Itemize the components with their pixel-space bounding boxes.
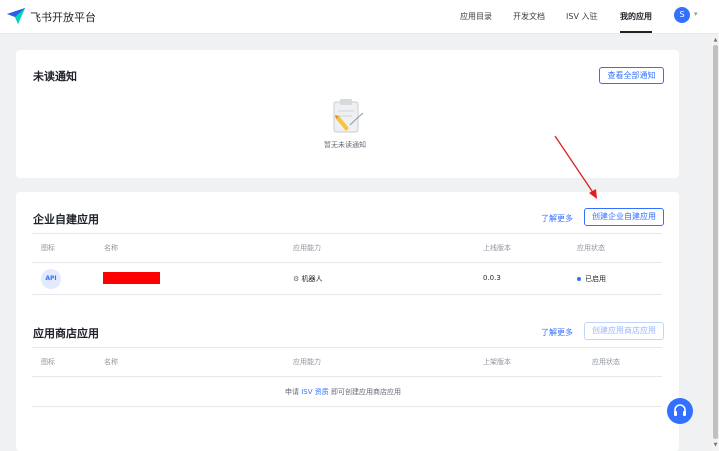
create-store-app-button[interactable]: 创建应用商店应用 bbox=[584, 322, 664, 340]
create-enterprise-app-button[interactable]: 创建企业自建应用 bbox=[584, 208, 664, 226]
app-status: 已启用 bbox=[585, 275, 606, 283]
enterprise-apps-title: 企业自建应用 bbox=[33, 213, 99, 226]
app-capability: ⚙ 机器人 bbox=[293, 274, 323, 284]
enterprise-learn-more-link[interactable]: 了解更多 bbox=[541, 213, 573, 224]
store-apps-title: 应用商店应用 bbox=[33, 327, 99, 340]
redacted-app-name[interactable] bbox=[103, 272, 160, 284]
table-divider bbox=[32, 347, 662, 348]
empty-notifications-text: 暂无未读通知 bbox=[324, 141, 366, 149]
col-header-status: 应用状态 bbox=[577, 244, 605, 252]
store-empty-prefix: 申请 bbox=[285, 388, 299, 396]
col-header-version: 上架版本 bbox=[483, 358, 511, 366]
scrollbar-thumb[interactable] bbox=[713, 45, 718, 439]
brand-name[interactable]: 飞书开放平台 bbox=[30, 9, 96, 25]
table-divider bbox=[32, 233, 662, 234]
empty-clipboard-icon bbox=[333, 99, 364, 133]
table-divider bbox=[32, 262, 662, 263]
app-capability-label: 机器人 bbox=[301, 275, 323, 283]
nav-my-apps[interactable]: 我的应用 bbox=[620, 11, 652, 22]
top-header: 飞书开放平台 应用目录 开发文档 ISV 入驻 我的应用 S ▾ bbox=[0, 0, 719, 34]
col-header-capability: 应用能力 bbox=[293, 358, 321, 366]
nav-isv-join[interactable]: ISV 入驻 bbox=[566, 11, 597, 22]
apps-card bbox=[16, 192, 679, 451]
col-header-version: 上线版本 bbox=[483, 244, 511, 252]
table-divider bbox=[32, 294, 662, 295]
view-all-notifications-button[interactable]: 查看全部通知 bbox=[599, 67, 664, 84]
customer-support-button[interactable] bbox=[667, 398, 693, 424]
nav-active-indicator bbox=[620, 31, 652, 33]
scroll-down-icon[interactable]: ▼ bbox=[712, 441, 719, 449]
feishu-logo-icon[interactable] bbox=[6, 6, 26, 26]
robot-icon: ⚙ bbox=[293, 275, 302, 283]
headset-icon bbox=[674, 404, 686, 416]
col-header-icon: 图标 bbox=[41, 244, 55, 252]
nav-app-directory[interactable]: 应用目录 bbox=[460, 11, 492, 22]
isv-qualification-link[interactable]: ISV 资质 bbox=[301, 388, 329, 396]
store-empty-suffix: 即可创建应用商店应用 bbox=[331, 388, 401, 396]
annotation-arrow bbox=[554, 135, 597, 199]
col-header-status: 应用状态 bbox=[592, 358, 620, 366]
table-divider bbox=[32, 376, 662, 377]
app-version: 0.0.3 bbox=[483, 274, 501, 282]
nav-dev-docs[interactable]: 开发文档 bbox=[513, 11, 545, 22]
table-divider bbox=[32, 406, 662, 407]
store-learn-more-link[interactable]: 了解更多 bbox=[541, 327, 573, 338]
app-api-icon[interactable]: API bbox=[41, 269, 61, 289]
col-header-name: 名称 bbox=[104, 358, 118, 366]
status-dot-icon bbox=[577, 277, 581, 281]
scroll-up-icon[interactable]: ▲ bbox=[712, 36, 719, 44]
col-header-name: 名称 bbox=[104, 244, 118, 252]
notifications-title: 未读通知 bbox=[33, 70, 77, 83]
chevron-down-icon[interactable]: ▾ bbox=[694, 10, 698, 18]
col-header-capability: 应用能力 bbox=[293, 244, 321, 252]
store-empty-message: 申请 ISV 资质 即可创建应用商店应用 bbox=[285, 387, 401, 397]
user-avatar[interactable]: S bbox=[674, 7, 690, 23]
col-header-icon: 图标 bbox=[41, 358, 55, 366]
